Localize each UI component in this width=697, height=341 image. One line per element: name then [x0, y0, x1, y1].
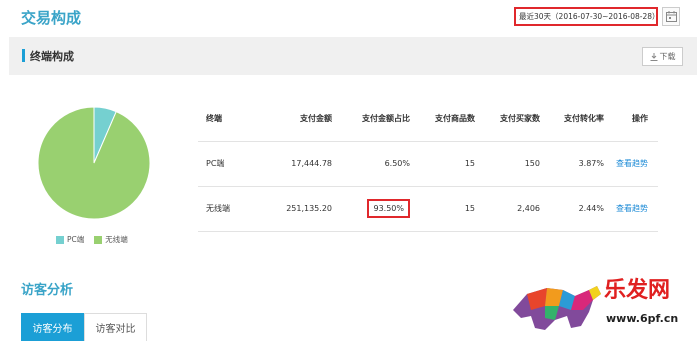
legend-label-mobile: 无线端: [105, 235, 128, 244]
section-accent-bar: [22, 49, 25, 62]
legend-swatch-pc: [56, 235, 64, 244]
cell-conversion: 2.44%: [540, 186, 604, 232]
cell-amount: 251,135.20: [264, 186, 332, 232]
col-header-terminal: 终端: [198, 96, 264, 142]
pie-slice-mobile[interactable]: [37, 106, 151, 220]
section-header: 终端构成 下载: [9, 37, 697, 75]
cell-buyers: 150: [475, 141, 540, 187]
download-icon: [650, 52, 657, 61]
cell-items: 15: [410, 141, 475, 187]
table-row: 无线端 251,135.20 93.50% 15 2,406 2.44% 查看趋…: [198, 186, 658, 232]
col-header-amount: 支付金额: [264, 96, 332, 142]
section-title: 终端构成: [30, 50, 74, 63]
terminal-table: 终端 支付金额 支付金额占比 支付商品数 支付买家数 支付转化率 操作 PC端 …: [198, 96, 658, 232]
date-range-selector[interactable]: 最近30天（2016-07-30~2016-08-28）: [514, 7, 658, 26]
cell-share-highlighted: 93.50%: [367, 199, 410, 218]
legend-item-mobile[interactable]: 无线端: [94, 234, 128, 245]
calendar-icon: [665, 11, 677, 22]
cell-conversion: 3.87%: [540, 141, 604, 187]
col-header-items: 支付商品数: [410, 96, 475, 142]
legend-item-pc[interactable]: PC端: [56, 234, 84, 245]
terminal-pie-chart: [37, 106, 151, 223]
view-trend-link[interactable]: 查看趋势: [616, 159, 648, 168]
legend-label-pc: PC端: [67, 235, 85, 244]
download-button[interactable]: 下载: [642, 47, 683, 66]
col-header-buyers: 支付买家数: [475, 96, 540, 142]
table-header-row: 终端 支付金额 支付金额占比 支付商品数 支付买家数 支付转化率 操作: [198, 96, 658, 142]
watermark-brand: 乐发网: [604, 277, 671, 303]
cell-buyers: 2,406: [475, 186, 540, 232]
visitor-section-title: 访客分析: [21, 283, 74, 298]
cell-share: 6.50%: [332, 141, 410, 187]
watermark-url: www.6pf.cn: [606, 312, 679, 325]
tab-visitor-distribution[interactable]: 访客分布: [21, 313, 84, 341]
cell-amount: 17,444.78: [264, 141, 332, 187]
cell-items: 15: [410, 186, 475, 232]
cell-terminal: PC端: [198, 141, 264, 187]
table-row: PC端 17,444.78 6.50% 15 150 3.87% 查看趋势: [198, 141, 658, 187]
page-title: 交易构成: [21, 9, 82, 27]
view-trend-link[interactable]: 查看趋势: [616, 204, 648, 213]
col-header-conversion: 支付转化率: [540, 96, 604, 142]
tab-visitor-comparison[interactable]: 访客对比: [84, 313, 147, 341]
cell-terminal: 无线端: [198, 186, 264, 232]
calendar-button[interactable]: [662, 7, 680, 26]
download-label: 下载: [659, 52, 676, 61]
pie-legend: PC端 无线端: [56, 234, 128, 245]
col-header-action: 操作: [604, 96, 658, 142]
col-header-share: 支付金额占比: [332, 96, 410, 142]
legend-swatch-mobile: [94, 235, 103, 244]
